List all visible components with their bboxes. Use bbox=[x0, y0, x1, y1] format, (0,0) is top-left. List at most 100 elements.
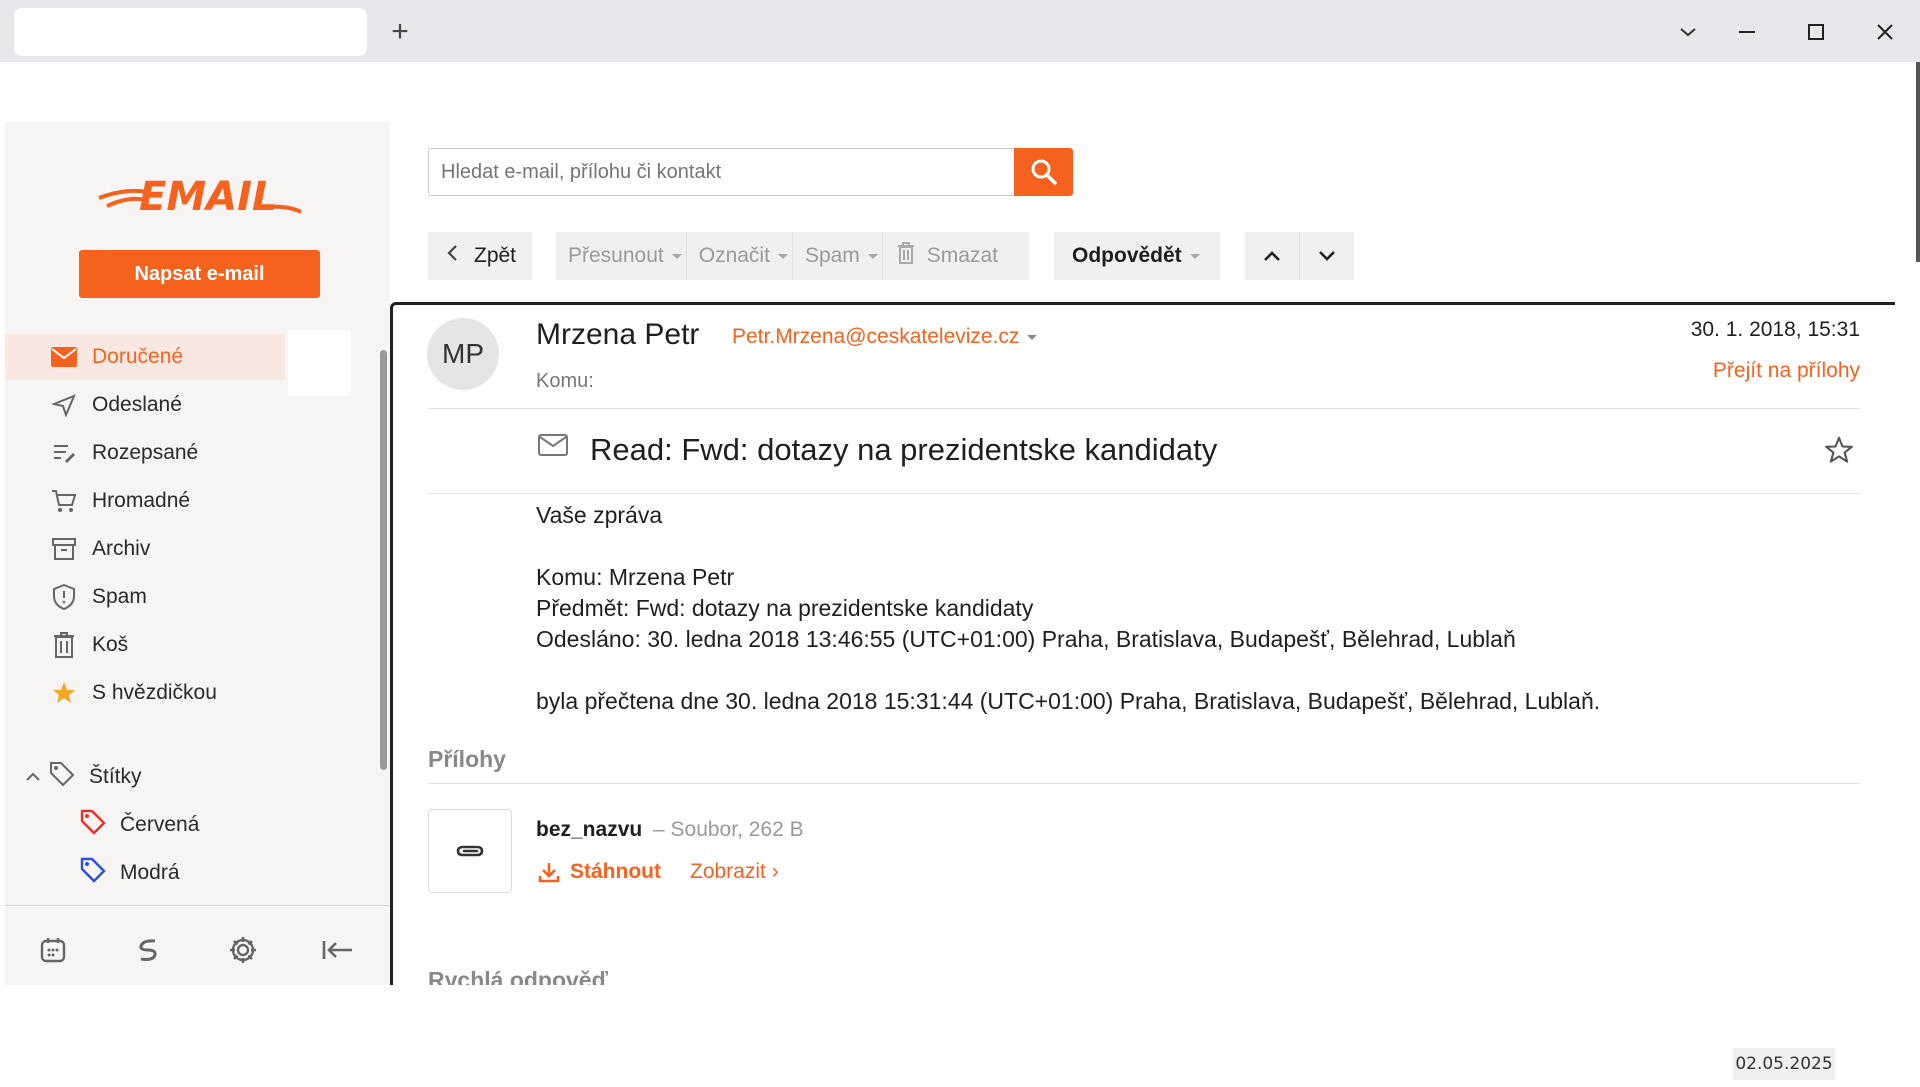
attachment-thumbnail[interactable] bbox=[428, 809, 512, 893]
chevron-up-icon[interactable] bbox=[25, 765, 41, 789]
maximize-icon[interactable] bbox=[1796, 14, 1836, 50]
shopping-cart-icon bbox=[50, 487, 78, 515]
message-nav-group bbox=[1245, 232, 1354, 280]
trash-icon bbox=[50, 631, 78, 659]
tab-list-chevron-icon[interactable] bbox=[1668, 14, 1708, 50]
sidebar-item-label: Doručené bbox=[92, 345, 184, 368]
message-subject: Read: Fwd: dotazy na prezidentske kandid… bbox=[590, 432, 1218, 467]
chevron-up-icon bbox=[1264, 251, 1280, 261]
star-outline-icon[interactable] bbox=[1825, 436, 1853, 469]
move-button[interactable]: Přesunout bbox=[556, 232, 686, 280]
delete-button[interactable]: Smazat bbox=[883, 232, 1010, 280]
sidebar-scrollbar[interactable] bbox=[380, 350, 387, 770]
message-body-line: Odesláno: 30. ledna 2018 13:46:55 (UTC+0… bbox=[536, 626, 1516, 652]
sender-email-dropdown[interactable]: Petr.Mrzena@ceskatelevize.cz bbox=[732, 325, 1038, 349]
reply-button[interactable]: Odpovědět bbox=[1054, 232, 1220, 280]
caret-down-icon bbox=[867, 253, 878, 259]
next-message-button[interactable] bbox=[1300, 232, 1354, 280]
page-bottom-area bbox=[0, 985, 1920, 1087]
calendar-icon[interactable] bbox=[35, 932, 71, 968]
sidebar-label-text: Červená bbox=[120, 813, 200, 836]
search-icon bbox=[1031, 159, 1057, 185]
close-window-icon[interactable] bbox=[1865, 14, 1905, 50]
collapse-sidebar-icon[interactable] bbox=[320, 932, 356, 968]
sender-name: Mrzena Petr bbox=[536, 318, 700, 351]
goto-attachments-link[interactable]: Přejít na přílohy bbox=[1713, 359, 1860, 383]
sidebar-item-trash[interactable]: Koš bbox=[5, 622, 285, 668]
tag-icon bbox=[49, 761, 75, 793]
sidebar-item-label: Rozepsané bbox=[92, 441, 199, 464]
star-icon bbox=[50, 679, 78, 707]
labels-header: Štítky bbox=[89, 765, 142, 788]
caret-down-icon bbox=[671, 253, 682, 259]
mark-button[interactable]: Označit bbox=[687, 232, 792, 280]
browser-tab[interactable] bbox=[14, 8, 367, 56]
s-logo-icon[interactable] bbox=[130, 932, 166, 968]
svg-text:EMAIL: EMAIL bbox=[139, 174, 277, 220]
chevron-down-icon bbox=[1319, 251, 1335, 261]
attachments-header: Přílohy bbox=[428, 746, 506, 772]
sidebar-label-text: Modrá bbox=[120, 861, 180, 884]
paperclip-icon bbox=[456, 845, 484, 857]
divider bbox=[428, 783, 1860, 784]
sidebar-item-sent[interactable]: Odeslané bbox=[5, 382, 285, 428]
recipient-label: Komu: bbox=[536, 370, 594, 392]
tag-red-icon bbox=[80, 809, 106, 841]
sidebar-item-spam[interactable]: Spam bbox=[5, 574, 285, 620]
settings-gear-icon[interactable] bbox=[225, 932, 261, 968]
tag-blue-icon bbox=[80, 857, 106, 889]
divider bbox=[428, 408, 1860, 409]
message-body-line: byla přečtena dne 30. ledna 2018 15:31:4… bbox=[536, 688, 1601, 714]
caret-down-icon bbox=[777, 253, 788, 259]
sidebar-item-label: S hvězdičkou bbox=[92, 681, 217, 704]
archive-box-icon bbox=[50, 535, 78, 563]
download-icon bbox=[538, 863, 560, 883]
paper-plane-icon bbox=[50, 391, 78, 419]
action-toolbar-group: Přesunout Označit Spam Smazat bbox=[556, 232, 1029, 280]
sidebar-item-label: Archiv bbox=[92, 537, 151, 560]
sidebar-item-archive[interactable]: Archiv bbox=[5, 526, 285, 572]
sender-email: Petr.Mrzena@ceskatelevize.cz bbox=[732, 325, 1020, 348]
avatar: MP bbox=[427, 318, 499, 390]
date-stamp: 02.05.2025 bbox=[1733, 1048, 1835, 1080]
message-body-line: Předmět: Fwd: dotazy na prezidentske kan… bbox=[536, 595, 1034, 621]
chevron-left-icon bbox=[446, 244, 458, 268]
sidebar-item-label: Odeslané bbox=[92, 393, 182, 416]
message-body-line: Komu: Mrzena Petr bbox=[536, 564, 735, 590]
sidebar-item-label: Spam bbox=[92, 585, 147, 608]
draft-pencil-icon bbox=[50, 439, 78, 467]
attachment-meta: – Soubor, 262 B bbox=[653, 818, 804, 841]
sidebar-item-inbox[interactable]: Doručené bbox=[5, 334, 285, 380]
download-attachment-button[interactable]: Stáhnout bbox=[538, 860, 661, 884]
caret-down-icon bbox=[1189, 253, 1200, 259]
sidebar-item-drafts[interactable]: Rozepsané bbox=[5, 430, 285, 476]
message-body-line: Vaše zpráva bbox=[536, 502, 663, 528]
previous-message-button[interactable] bbox=[1245, 232, 1299, 280]
caret-down-icon bbox=[1027, 334, 1038, 340]
spam-button[interactable]: Spam bbox=[793, 232, 882, 280]
page-scrollbar[interactable] bbox=[1916, 62, 1920, 262]
sidebar-item-bulk[interactable]: Hromadné bbox=[5, 478, 285, 524]
sidebar-label-red[interactable]: Červená bbox=[5, 802, 285, 848]
search-input[interactable] bbox=[428, 148, 1015, 196]
compose-button[interactable]: Napsat e-mail bbox=[79, 250, 320, 298]
envelope-icon bbox=[50, 343, 78, 371]
sidebar-item-starred[interactable]: S hvězdičkou bbox=[5, 670, 285, 716]
minimize-icon[interactable] bbox=[1727, 14, 1767, 50]
back-button[interactable]: Zpět bbox=[428, 232, 532, 280]
shield-icon bbox=[50, 583, 78, 611]
divider bbox=[428, 493, 1860, 494]
search-button[interactable] bbox=[1014, 148, 1073, 196]
sidebar-item-label: Hromadné bbox=[92, 489, 191, 512]
view-attachment-link[interactable]: Zobrazit › bbox=[690, 860, 779, 884]
envelope-outline-icon bbox=[538, 434, 568, 461]
trash-icon bbox=[897, 242, 915, 270]
sidebar-label-blue[interactable]: Modrá bbox=[5, 850, 285, 896]
white-patch bbox=[288, 330, 351, 396]
new-tab-button[interactable]: + bbox=[384, 14, 416, 50]
sidebar-item-label: Koš bbox=[92, 633, 129, 656]
message-date: 30. 1. 2018, 15:31 bbox=[1690, 318, 1860, 341]
attachment-name[interactable]: bez_nazvu bbox=[536, 818, 642, 842]
labels-section-toggle[interactable]: Štítky bbox=[5, 754, 285, 800]
email-logo[interactable]: EMAIL bbox=[95, 168, 305, 223]
